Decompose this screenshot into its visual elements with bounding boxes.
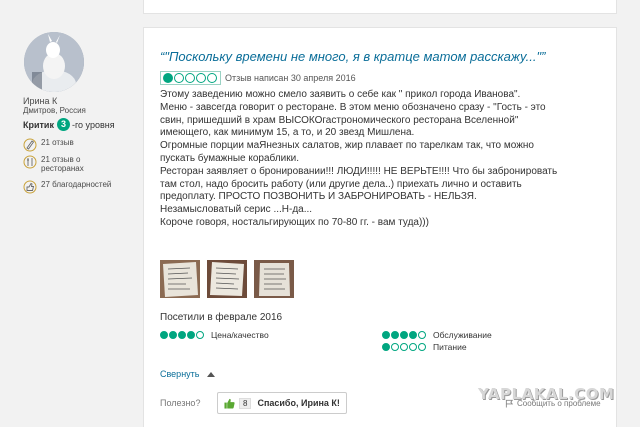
review-photo[interactable] <box>160 260 200 298</box>
stat-restaurant-reviews-text: 21 отзыв о ресторанах <box>41 155 84 173</box>
critic-label: Критик <box>23 119 54 130</box>
review-body-line: Этому заведению можно смело заявить о се… <box>160 89 521 100</box>
avatar[interactable] <box>24 32 84 92</box>
rating-bubble-filled <box>382 331 390 339</box>
rating-bubble-filled <box>391 331 399 339</box>
review-body-line: там стол, надо бросить работу (или други… <box>160 178 522 190</box>
sub-rating-bubbles <box>382 343 427 351</box>
sub-rating-bubbles <box>160 331 205 339</box>
rating-bubble-filled <box>178 331 186 339</box>
rating-bubble-filled <box>382 343 390 351</box>
thanks-button[interactable]: 8 Спасибо, Ирина К! <box>217 392 347 414</box>
review-photo[interactable] <box>254 260 294 298</box>
rating-bubble-empty <box>418 343 426 351</box>
rating-bubble-filled <box>187 331 195 339</box>
stat-thanks[interactable]: 27 благодарностей <box>23 180 111 194</box>
rating-bubble-empty <box>196 331 204 339</box>
level-badge: 3 <box>56 118 70 131</box>
review-photo[interactable] <box>207 260 247 298</box>
visited-date: Посетили в феврале 2016 <box>160 312 283 323</box>
stat-reviews-text: 21 отзыв <box>41 138 74 147</box>
review-body-line: Незамысловатый серис ...Н-да... <box>160 204 313 216</box>
review-photos <box>160 260 301 298</box>
review-date: Отзыв написан 30 апреля 2016 <box>225 73 356 83</box>
user-location: Дмитров, Россия <box>23 106 86 115</box>
review-body-line: Ресторан заявляет о бронировании!!! ЛЮДИ… <box>160 165 558 177</box>
rating-bubble-filled <box>160 331 168 339</box>
sub-rating-label: Питание <box>433 342 467 352</box>
thanks-count: 8 <box>239 397 252 409</box>
sub-rating-label: Обслуживание <box>433 330 492 340</box>
critic-level: Критик 3 -го уровня <box>23 118 115 131</box>
thanks-label: Спасибо, Ирина К! <box>257 398 340 408</box>
stat-reviews[interactable]: 21 отзыв <box>23 138 74 152</box>
stat-thanks-text: 27 благодарностей <box>41 180 112 189</box>
previous-review-card <box>143 0 617 14</box>
rating-bubble-empty <box>207 73 217 83</box>
review-body-line: свин, пришедший в храм ВЫСОКОгастрономич… <box>160 114 519 126</box>
thumbs-up-icon <box>23 180 37 194</box>
sub-rating-bubbles <box>382 331 427 339</box>
sub-rating-value: Цена/качество <box>160 330 269 340</box>
rating-bubble-empty <box>196 73 206 83</box>
sub-rating-service: Обслуживание <box>382 330 492 340</box>
collapse-label: Свернуть <box>160 369 200 379</box>
rating-bubble-empty <box>391 343 399 351</box>
rating-bubbles <box>160 71 221 85</box>
sub-rating-food: Питание <box>382 342 467 352</box>
collapse-link[interactable]: Свернуть <box>160 369 216 379</box>
rating-row: Отзыв написан 30 апреля 2016 <box>160 71 356 85</box>
review-body-line: Огромные порции маЯнезных салатов, жир п… <box>160 140 534 152</box>
chevron-up-icon <box>207 371 216 377</box>
review-body: Этому заведению можно смело заявить о се… <box>160 89 600 230</box>
rating-bubble-empty <box>185 73 195 83</box>
sub-rating-label: Цена/качество <box>211 330 269 340</box>
rating-bubble-filled <box>169 331 177 339</box>
rating-bubble-empty <box>174 73 184 83</box>
review-body-line: имеющего, как минимум 15, а то, и 20 зве… <box>160 127 415 139</box>
bubble-rating <box>163 73 218 83</box>
rating-bubble-empty <box>400 343 408 351</box>
level-suffix: -го уровня <box>71 119 115 130</box>
rating-bubble-empty <box>409 343 417 351</box>
watermark: YAPLAKAL.COM <box>478 385 615 403</box>
review-body-line: пускать бумажные кораблики. <box>160 152 299 164</box>
review-body-line: предоплату. ПРОСТО ПОЗВОНИТЬ И ЗАБРОНИРО… <box>160 191 477 203</box>
rating-bubble-filled <box>409 331 417 339</box>
rating-bubble-filled <box>400 331 408 339</box>
restaurant-review-icon <box>23 155 37 169</box>
rating-bubble-empty <box>418 331 426 339</box>
thumbs-up-icon <box>224 398 235 409</box>
helpful-label: Полезно? <box>160 398 201 408</box>
pen-icon <box>23 138 37 152</box>
review-title[interactable]: “"Поскольку времени не много, я в кратце… <box>160 49 545 64</box>
stat-restaurant-reviews[interactable]: 21 отзыв о ресторанах <box>23 155 101 173</box>
review-body-line: Меню - завсегда говорит о ресторане. В э… <box>160 101 546 113</box>
rating-bubble-filled <box>163 73 173 83</box>
user-name[interactable]: Ирина К <box>23 96 57 106</box>
review-body-line: Короче говоря, ностальгирующих по 70-80 … <box>160 216 429 228</box>
